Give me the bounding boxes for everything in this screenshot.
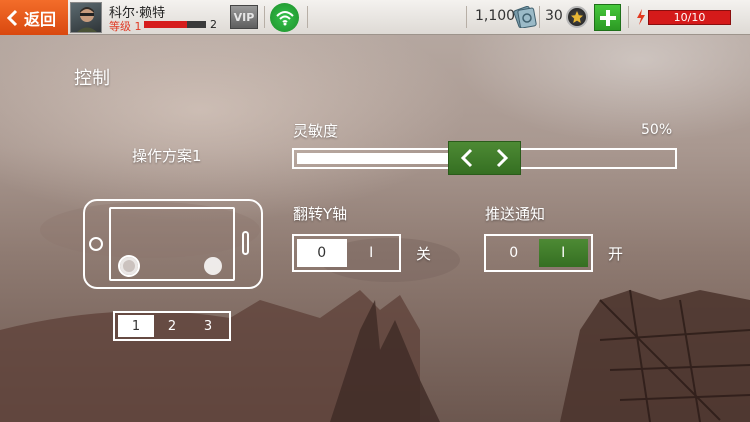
cash-amount: 1,100 bbox=[475, 8, 516, 24]
soldier-portrait-icon bbox=[77, 7, 97, 32]
sensitivity-slider-fill bbox=[297, 153, 449, 164]
energy-bar: 10/10 bbox=[648, 10, 731, 25]
divider bbox=[307, 6, 308, 28]
control-scheme-label: 操作方案1 bbox=[132, 147, 202, 165]
push-notification-toggle[interactable]: 0 I bbox=[484, 234, 593, 272]
chevron-right-icon bbox=[497, 148, 509, 168]
invert-y-state: 关 bbox=[416, 245, 432, 263]
gold-amount: 30 bbox=[545, 8, 563, 24]
sensitivity-slider-handle[interactable] bbox=[448, 141, 521, 175]
scheme-tab-1[interactable]: 1 bbox=[118, 315, 154, 337]
sensitivity-label: 灵敏度 bbox=[293, 122, 339, 140]
invert-y-label: 翻转Y轴 bbox=[293, 205, 348, 223]
xp-progress-fill bbox=[144, 21, 188, 28]
invert-y-on[interactable]: I bbox=[347, 239, 397, 267]
chevron-left-icon bbox=[6, 9, 18, 26]
push-notification-label: 推送通知 bbox=[485, 205, 546, 223]
plus-icon bbox=[599, 9, 616, 26]
push-notification-state: 开 bbox=[608, 245, 624, 263]
back-label: 返回 bbox=[24, 9, 57, 29]
next-level: 2 bbox=[210, 18, 217, 31]
phone-speaker-slot bbox=[242, 231, 249, 255]
lightning-icon bbox=[637, 9, 645, 25]
cash-icon bbox=[513, 6, 537, 28]
scheme-tab-2[interactable]: 2 bbox=[154, 315, 190, 337]
divider bbox=[539, 6, 540, 28]
player-level: 等级 1 bbox=[109, 20, 142, 33]
scheme-tab-3[interactable]: 3 bbox=[190, 315, 226, 337]
push-notification-on[interactable]: I bbox=[538, 239, 588, 267]
wifi-icon[interactable] bbox=[270, 3, 299, 32]
phone-layout-preview bbox=[83, 199, 263, 289]
top-bar: 返回 科尔·赖特 等级 1 2 VIP 1,100 30 10/10 bbox=[0, 0, 750, 35]
back-button[interactable]: 返回 bbox=[0, 0, 68, 35]
sensitivity-value: 50% bbox=[641, 122, 673, 138]
phone-home-button bbox=[89, 237, 103, 251]
divider bbox=[466, 6, 467, 28]
gold-star-icon bbox=[566, 6, 588, 28]
aim-joystick-icon bbox=[204, 257, 222, 275]
energy-value: 10/10 bbox=[673, 11, 706, 24]
divider bbox=[628, 6, 629, 28]
control-scheme-selector: 1 2 3 bbox=[113, 311, 231, 341]
move-joystick-icon bbox=[120, 257, 138, 275]
invert-y-toggle[interactable]: 0 I bbox=[292, 234, 401, 272]
xp-progress-bar bbox=[144, 21, 206, 28]
add-currency-button[interactable] bbox=[594, 4, 621, 31]
chevron-left-icon bbox=[460, 148, 472, 168]
divider bbox=[264, 6, 265, 28]
avatar[interactable] bbox=[70, 2, 102, 33]
page-title: 控制 bbox=[74, 68, 110, 89]
vip-button[interactable]: VIP bbox=[230, 5, 258, 29]
push-notification-off[interactable]: 0 bbox=[489, 239, 539, 267]
invert-y-off[interactable]: 0 bbox=[297, 239, 347, 267]
